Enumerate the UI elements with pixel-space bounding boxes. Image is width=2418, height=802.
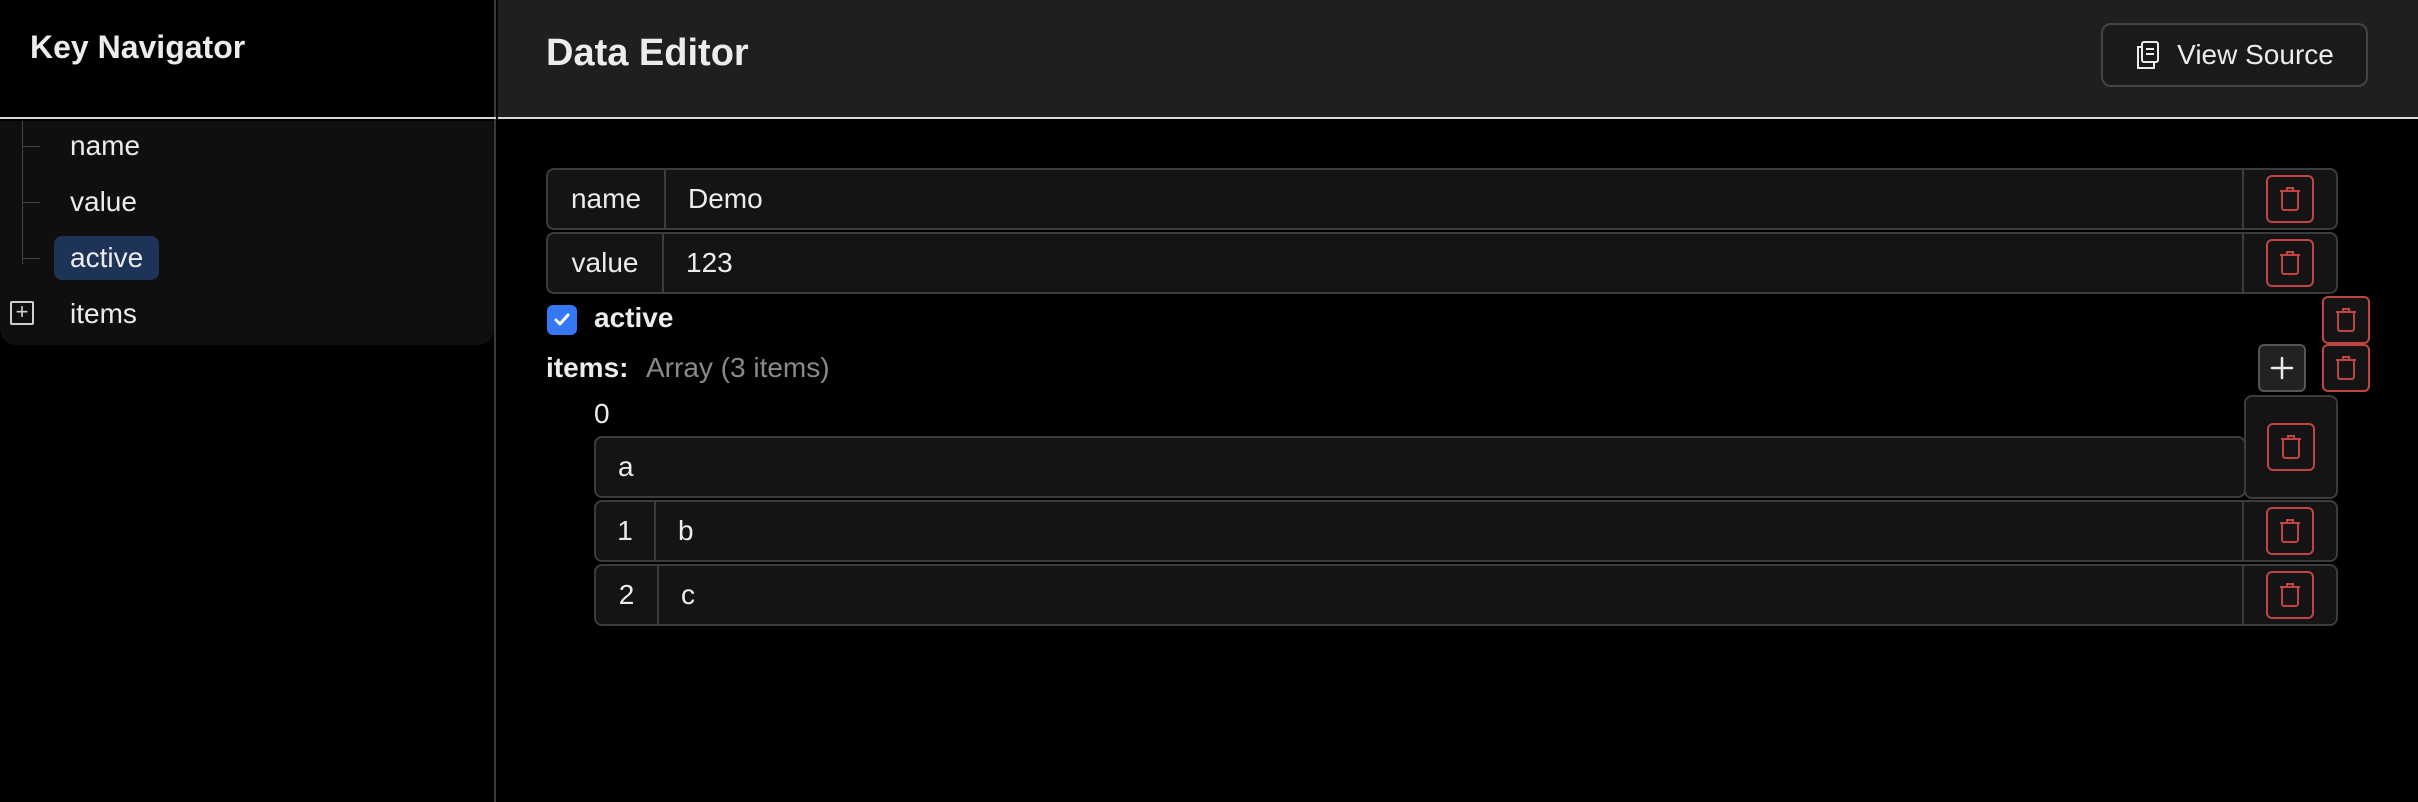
plus-icon bbox=[2270, 356, 2294, 380]
sidebar-header: Key Navigator bbox=[0, 0, 496, 119]
field-input-name[interactable]: Demo bbox=[666, 170, 2242, 228]
delete-cell bbox=[2242, 566, 2336, 624]
tree-connector bbox=[22, 146, 40, 147]
active-checkbox[interactable] bbox=[547, 305, 577, 335]
sidebar: Key Navigator name value active + items bbox=[0, 0, 496, 802]
key-tree: name value active + items bbox=[0, 121, 494, 345]
view-source-label: View Source bbox=[2177, 39, 2334, 70]
item-index-1: 1 bbox=[596, 502, 656, 560]
delete-cell bbox=[2244, 395, 2338, 499]
trash-icon bbox=[2280, 583, 2300, 607]
item-index-0: 0 bbox=[594, 398, 610, 429]
trash-icon bbox=[2280, 187, 2300, 211]
field-key-value: value bbox=[548, 234, 664, 292]
view-source-button[interactable]: View Source bbox=[2101, 23, 2368, 87]
delete-item-0-button[interactable] bbox=[2267, 423, 2315, 471]
trash-icon bbox=[2336, 308, 2356, 332]
delete-items-button[interactable] bbox=[2322, 344, 2370, 392]
trash-icon bbox=[2281, 435, 2301, 459]
delete-name-button[interactable] bbox=[2266, 175, 2314, 223]
delete-item-2-button[interactable] bbox=[2266, 571, 2314, 619]
active-label: active bbox=[594, 302, 674, 333]
item-index-2: 2 bbox=[596, 566, 659, 624]
item-row-0: a bbox=[594, 436, 2246, 498]
expand-icon[interactable]: + bbox=[10, 301, 34, 325]
item-input-1[interactable]: b bbox=[656, 502, 2242, 560]
tree-line bbox=[22, 121, 23, 264]
field-row-value: value 123 bbox=[546, 232, 2338, 294]
field-input-value[interactable]: 123 bbox=[664, 234, 2242, 292]
item-input-0[interactable]: a bbox=[596, 438, 2244, 496]
copy-icon bbox=[2137, 41, 2160, 69]
check-icon bbox=[554, 313, 570, 326]
tree-item-items[interactable]: items bbox=[54, 292, 153, 336]
delete-active-button[interactable] bbox=[2322, 296, 2370, 344]
delete-item-1-button[interactable] bbox=[2266, 507, 2314, 555]
trash-icon bbox=[2280, 251, 2300, 275]
delete-cell bbox=[2242, 234, 2336, 292]
item-input-2[interactable]: c bbox=[659, 566, 2242, 624]
sidebar-title: Key Navigator bbox=[30, 29, 246, 65]
delete-value-button[interactable] bbox=[2266, 239, 2314, 287]
tree-connector bbox=[22, 258, 40, 259]
item-row-1: 1 b bbox=[594, 500, 2338, 562]
delete-cell bbox=[2242, 502, 2336, 560]
trash-icon bbox=[2280, 519, 2300, 543]
tree-item-name[interactable]: name bbox=[54, 124, 156, 168]
items-label: items: bbox=[546, 352, 629, 383]
item-row-2: 2 c bbox=[594, 564, 2338, 626]
field-key-name: name bbox=[548, 170, 666, 228]
tree-connector bbox=[22, 202, 40, 203]
tree-item-value[interactable]: value bbox=[54, 180, 153, 224]
main-header: Data Editor View Source bbox=[498, 0, 2418, 119]
add-item-button[interactable] bbox=[2258, 344, 2306, 392]
trash-icon bbox=[2336, 356, 2356, 380]
field-row-name: name Demo bbox=[546, 168, 2338, 230]
items-summary: Array (3 items) bbox=[646, 352, 830, 383]
delete-cell bbox=[2242, 170, 2336, 228]
tree-item-active[interactable]: active bbox=[54, 236, 160, 280]
page-title: Data Editor bbox=[546, 32, 749, 74]
